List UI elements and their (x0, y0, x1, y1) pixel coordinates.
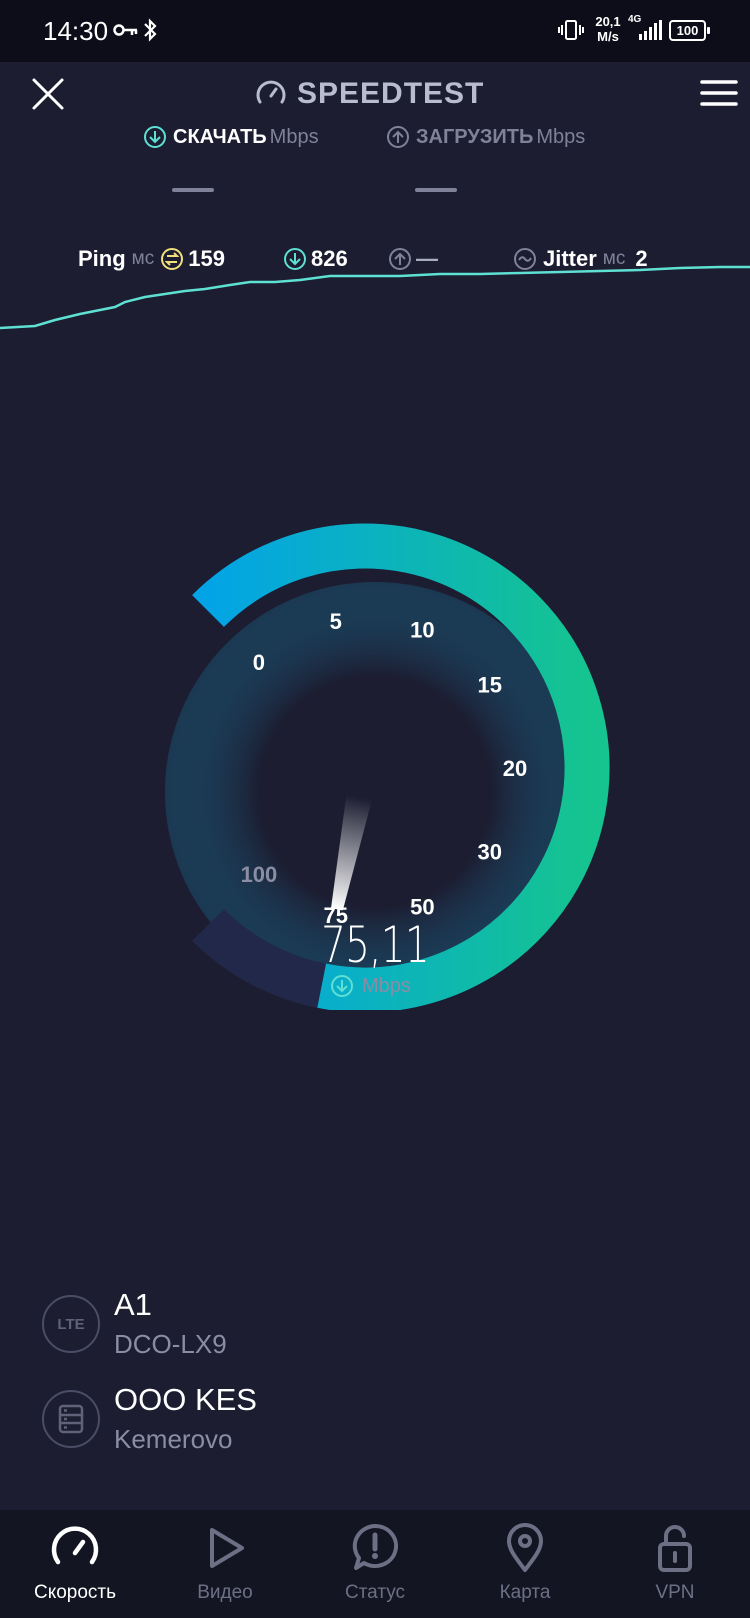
gauge-tick-label: 0 (253, 650, 265, 675)
current-speed-value: 75,11 (321, 916, 430, 974)
speedometer-icon (51, 1526, 99, 1565)
vpn-key-icon (113, 24, 138, 36)
hamburger-menu-icon[interactable] (700, 78, 738, 108)
app-title-block: SPEEDTEST (255, 72, 484, 116)
status-time: 14:30 (43, 16, 109, 46)
speed-history-graph (0, 265, 750, 330)
nav-speed-label: Скорость (33, 1582, 117, 1603)
isp-name: A1 (114, 1287, 152, 1322)
map-pin-icon (507, 1523, 543, 1572)
gauge-tick-label: 10 (410, 617, 434, 642)
current-speed-unit-block: Mbps (330, 972, 411, 1000)
battery-indicator: 100 (669, 20, 710, 41)
status-bar: 14:30 20,1 M/s 4G 100 (0, 0, 750, 62)
nav-status[interactable]: Статус (300, 1510, 450, 1618)
nav-speed[interactable]: Скорость (0, 1510, 150, 1618)
current-speed-unit: Mbps (362, 974, 411, 997)
tab-upload-unit: Mbps (536, 125, 586, 148)
server-icon (42, 1390, 100, 1448)
speed-history-line (0, 265, 750, 330)
speedometer-logo-icon (256, 80, 286, 104)
isp-info[interactable]: LTE A1 DCO-LX9 (42, 1287, 722, 1375)
download-arrow-icon (144, 126, 166, 148)
upload-result-placeholder (415, 188, 457, 192)
nav-status-label: Статус (344, 1582, 406, 1603)
unlock-icon (658, 1525, 692, 1572)
lte-icon: LTE (42, 1295, 100, 1353)
play-icon (210, 1528, 244, 1568)
tab-download-unit: Mbps (269, 125, 319, 148)
gauge-tick-label: 15 (477, 673, 501, 698)
vibrate-icon (558, 20, 584, 40)
app-title: SPEEDTEST (297, 77, 485, 110)
tab-download[interactable]: СКАЧАТЬ Mbps (143, 122, 319, 152)
network-speed-indicator: 20,1 M/s (595, 14, 621, 44)
gauge-tick-label: 100 (241, 862, 278, 887)
download-indicator-icon (331, 975, 353, 997)
server-city: Kemerovo (114, 1424, 233, 1454)
nav-vpn-label: VPN (655, 1582, 695, 1603)
alert-bubble-icon (352, 1523, 399, 1570)
tab-upload[interactable]: ЗАГРУЗИТЬ Mbps (386, 122, 585, 152)
tab-download-label: СКАЧАТЬ (173, 125, 267, 148)
nav-map[interactable]: Карта (450, 1510, 600, 1618)
nav-map-label: Карта (499, 1582, 551, 1603)
close-icon[interactable] (28, 74, 68, 114)
download-result-placeholder (172, 188, 214, 192)
device-name: DCO-LX9 (114, 1329, 227, 1359)
gauge-tick-label: 5 (330, 609, 342, 634)
nav-vpn[interactable]: VPN (600, 1510, 750, 1618)
upload-arrow-icon (387, 126, 409, 148)
signal-icon (639, 20, 662, 40)
bottom-navigation: Скорость Видео Статус Карта VPN (0, 1510, 750, 1618)
nav-video-label: Видео (197, 1582, 253, 1603)
server-info[interactable]: OOO KES Kemerovo (42, 1382, 722, 1470)
gauge-tick-label: 30 (477, 839, 501, 864)
bluetooth-icon (144, 18, 157, 42)
gauge-tick-label: 20 (503, 756, 527, 781)
server-name: OOO KES (114, 1382, 257, 1417)
tab-upload-label: ЗАГРУЗИТЬ (416, 125, 534, 148)
nav-video[interactable]: Видео (150, 1510, 300, 1618)
